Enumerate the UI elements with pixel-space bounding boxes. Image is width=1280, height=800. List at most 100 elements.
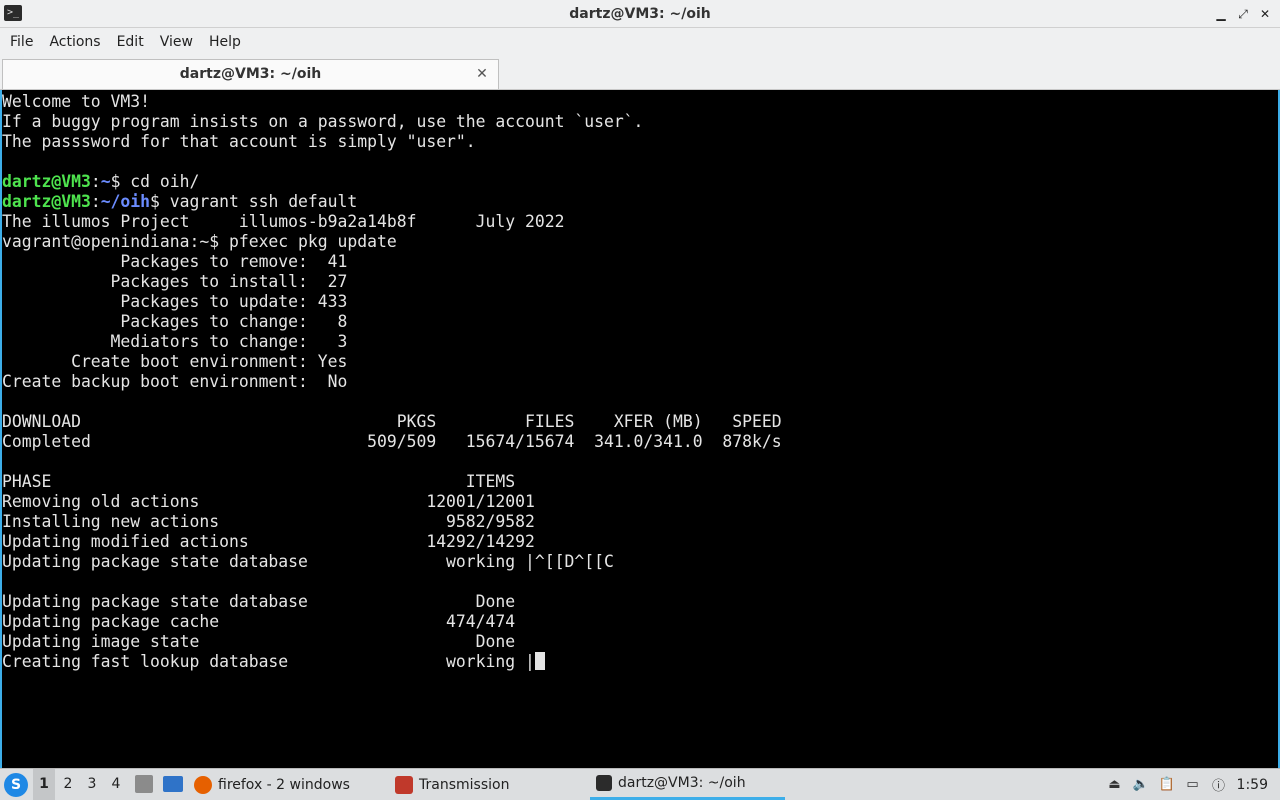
window-titlebar[interactable]: >_ dartz@VM3: ~/oih ▁ ⤢ ✕ bbox=[0, 0, 1280, 28]
task-label: Transmission bbox=[419, 776, 510, 793]
prompt-symbol: $ bbox=[150, 192, 160, 211]
line-text: Installing new actions 9582/9582 bbox=[2, 512, 535, 531]
task-label: firefox - 2 windows bbox=[218, 776, 350, 793]
line-text: Packages to change: 8 bbox=[2, 312, 348, 331]
terminal-line: The illumos Project illumos-b9a2a14b8f J… bbox=[2, 212, 782, 232]
line-text: Completed 509/509 15674/15674 341.0/341.… bbox=[2, 432, 782, 451]
terminal-line: Completed 509/509 15674/15674 341.0/341.… bbox=[2, 432, 782, 452]
prompt-user: dartz@VM3 bbox=[2, 192, 91, 211]
line-text: If a buggy program insists on a password… bbox=[2, 112, 644, 131]
line-text: Packages to install: 27 bbox=[2, 272, 348, 291]
workspace-3[interactable]: 3 bbox=[81, 769, 103, 800]
show-desktop-icon[interactable] bbox=[163, 776, 183, 792]
menu-file[interactable]: File bbox=[2, 28, 41, 57]
prompt-colon: : bbox=[90, 172, 101, 191]
tab-bar: dartz@VM3: ~/oih ✕ bbox=[0, 57, 1280, 90]
volume-icon[interactable]: 🔈 bbox=[1132, 777, 1148, 793]
menu-help[interactable]: Help bbox=[201, 28, 249, 57]
terminal-line: Updating package state database Done bbox=[2, 592, 782, 612]
tab-label: dartz@VM3: ~/oih bbox=[179, 66, 322, 82]
display-icon[interactable]: ▭ bbox=[1185, 777, 1201, 793]
task-firefox[interactable]: firefox - 2 windows bbox=[194, 769, 350, 800]
line-text: Create backup boot environment: No bbox=[2, 372, 348, 391]
system-tray: ⏏ 🔈 📋 ▭ ⓘ 1:59 bbox=[1107, 769, 1280, 800]
terminal-line: dartz@VM3:~$ cd oih/ bbox=[2, 172, 782, 192]
terminal-line: Packages to install: 27 bbox=[2, 272, 782, 292]
terminal-output: Welcome to VM3! If a buggy program insist… bbox=[2, 92, 782, 672]
eject-icon[interactable]: ⏏ bbox=[1107, 777, 1123, 793]
line-text: Updating package state database working … bbox=[2, 552, 614, 571]
prompt-symbol: $ bbox=[110, 172, 121, 191]
line-text: Removing old actions 12001/12001 bbox=[2, 492, 535, 511]
transmission-icon bbox=[395, 775, 413, 794]
line-text: Updating modified actions 14292/14292 bbox=[2, 532, 535, 551]
line-text: Packages to update: 433 bbox=[2, 292, 348, 311]
terminal-line: Create backup boot environment: No bbox=[2, 372, 782, 392]
window-title: dartz@VM3: ~/oih bbox=[569, 6, 711, 22]
terminal-line: DOWNLOAD PKGS FILES XFER (MB) SPEED bbox=[2, 412, 782, 432]
terminal-line: Removing old actions 12001/12001 bbox=[2, 492, 782, 512]
menu-bar: File Actions Edit View Help bbox=[0, 28, 1280, 57]
line-text: Welcome to VM3! bbox=[2, 92, 151, 111]
task-transmission[interactable]: Transmission bbox=[395, 769, 509, 800]
taskbar: S 1 2 3 4 firefox - 2 windows Transmissi… bbox=[0, 768, 1280, 800]
terminal-view[interactable]: Welcome to VM3! If a buggy program insist… bbox=[0, 90, 1280, 768]
menu-edit[interactable]: Edit bbox=[109, 28, 152, 57]
close-button[interactable]: ✕ bbox=[1258, 7, 1272, 21]
file-manager-icon[interactable] bbox=[135, 775, 153, 793]
tab-close-icon[interactable]: ✕ bbox=[474, 66, 490, 82]
task-label: dartz@VM3: ~/oih bbox=[618, 775, 746, 791]
terminal-line: Create boot environment: Yes bbox=[2, 352, 782, 372]
line-text: Mediators to change: 3 bbox=[2, 332, 348, 351]
line-text: Updating package cache 474/474 bbox=[2, 612, 516, 631]
terminal-line: dartz@VM3:~/oih$ vagrant ssh default bbox=[2, 192, 782, 212]
clipboard-icon[interactable]: 📋 bbox=[1158, 777, 1174, 793]
workspace-2[interactable]: 2 bbox=[57, 769, 79, 800]
maximize-button[interactable]: ⤢ bbox=[1236, 7, 1250, 21]
line-text: vagrant@openindiana:~$ pfexec pkg update bbox=[2, 232, 397, 251]
terminal-line: Updating package state database working … bbox=[2, 552, 782, 572]
prompt-user: dartz@VM3 bbox=[2, 172, 91, 191]
terminal-line: Packages to remove: 41 bbox=[2, 252, 782, 272]
terminal-line: Updating modified actions 14292/14292 bbox=[2, 532, 782, 552]
terminal-line: vagrant@openindiana:~$ pfexec pkg update bbox=[2, 232, 782, 252]
terminal-line: Welcome to VM3! bbox=[2, 92, 782, 112]
terminal-line: Updating package cache 474/474 bbox=[2, 612, 782, 632]
terminal-line: Updating image state Done bbox=[2, 632, 782, 652]
prompt-path: ~/oih bbox=[100, 192, 151, 211]
terminal-line: The passsword for that account is simply… bbox=[2, 132, 782, 152]
line-text: The illumos Project illumos-b9a2a14b8f J… bbox=[2, 212, 565, 231]
tab-terminal[interactable]: dartz@VM3: ~/oih ✕ bbox=[2, 59, 499, 89]
start-menu-icon[interactable]: S bbox=[4, 773, 28, 797]
terminal-line: Mediators to change: 3 bbox=[2, 332, 782, 352]
terminal-line: If a buggy program insists on a password… bbox=[2, 112, 782, 132]
line-text: Updating image state Done bbox=[2, 632, 516, 651]
prompt-path: ~ bbox=[100, 172, 111, 191]
prompt-colon: : bbox=[90, 192, 101, 211]
line-text: Create boot environment: Yes bbox=[2, 352, 348, 371]
minimize-button[interactable]: ▁ bbox=[1214, 7, 1228, 21]
menu-actions[interactable]: Actions bbox=[41, 28, 108, 57]
terminal-line: Packages to change: 8 bbox=[2, 312, 782, 332]
line-text: Creating fast lookup database working | bbox=[2, 652, 535, 671]
terminal-icon bbox=[596, 775, 612, 791]
text-cursor bbox=[534, 652, 545, 670]
line-text: cd oih/ bbox=[120, 172, 200, 191]
line-text: Packages to remove: 41 bbox=[2, 252, 348, 271]
menu-view[interactable]: View bbox=[152, 28, 201, 57]
clock[interactable]: 1:59 bbox=[1237, 777, 1268, 793]
firefox-icon bbox=[194, 775, 212, 794]
task-terminal[interactable]: dartz@VM3: ~/oih bbox=[590, 769, 785, 800]
terminal-line: Installing new actions 9582/9582 bbox=[2, 512, 782, 532]
notification-icon[interactable]: ⓘ bbox=[1211, 777, 1227, 794]
workspace-4[interactable]: 4 bbox=[105, 769, 127, 800]
terminal-line: Packages to update: 433 bbox=[2, 292, 782, 312]
line-text: PHASE ITEMS bbox=[2, 472, 516, 491]
line-text: DOWNLOAD PKGS FILES XFER (MB) SPEED bbox=[2, 412, 782, 431]
terminal-line: Creating fast lookup database working | bbox=[2, 652, 782, 672]
workspace-1[interactable]: 1 bbox=[33, 769, 55, 800]
line-text: vagrant ssh default bbox=[159, 192, 358, 211]
line-text: The passsword for that account is simply… bbox=[2, 132, 476, 151]
